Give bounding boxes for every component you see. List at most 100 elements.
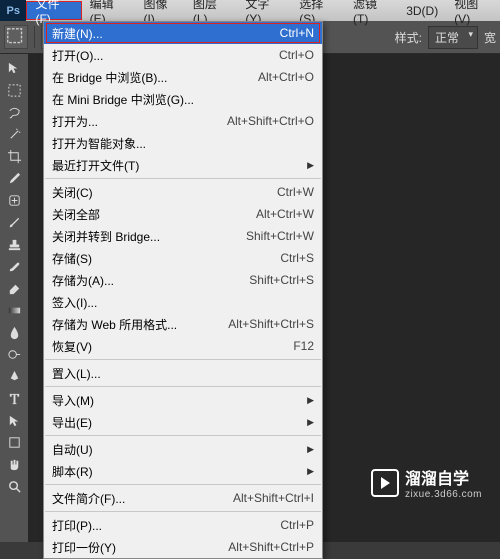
menu-item[interactable]: 存储(S)Ctrl+S (44, 247, 322, 269)
menu-item-label: 在 Bridge 中浏览(B)... (52, 69, 258, 86)
stamp-tool[interactable] (3, 234, 25, 254)
style-dropdown[interactable]: 正常 (428, 26, 478, 49)
marquee-tool[interactable] (3, 80, 25, 100)
eyedropper-tool[interactable] (3, 168, 25, 188)
menu-shortcut: Shift+Ctrl+S (249, 273, 314, 287)
menu-item[interactable]: 选择(S) (291, 0, 345, 21)
menu-shortcut: Alt+Shift+Ctrl+I (233, 491, 314, 505)
width-label: 宽 (484, 29, 496, 46)
menu-item[interactable]: 文件(F) (26, 1, 81, 20)
hand-tool[interactable] (3, 454, 25, 474)
menu-shortcut: Ctrl+O (279, 48, 314, 62)
magic-wand-tool[interactable] (3, 124, 25, 144)
menu-item[interactable]: 打印(P)...Ctrl+P (44, 514, 322, 536)
menu-item[interactable]: 3D(D) (398, 0, 446, 21)
watermark-title: 溜溜自学 (405, 465, 482, 489)
move-tool[interactable] (3, 58, 25, 78)
menu-item-label: 打印(P)... (52, 517, 280, 534)
menu-item[interactable]: 存储为(A)...Shift+Ctrl+S (44, 269, 322, 291)
menu-item[interactable]: 自动(U)▶ (44, 438, 322, 460)
path-tool[interactable] (3, 410, 25, 430)
submenu-arrow-icon: ▶ (307, 395, 314, 406)
menu-item-label: 脚本(R) (52, 463, 307, 480)
menu-shortcut: Shift+Ctrl+W (246, 229, 314, 243)
menu-item[interactable]: 滤镜(T) (345, 0, 398, 21)
menu-item-label: 打开(O)... (52, 47, 279, 64)
history-brush-tool[interactable] (3, 256, 25, 276)
menu-item[interactable]: 关闭并转到 Bridge...Shift+Ctrl+W (44, 225, 322, 247)
menu-item[interactable]: 最近打开文件(T)▶ (44, 154, 322, 176)
menu-separator (45, 484, 321, 485)
shape-tool[interactable] (3, 432, 25, 452)
menu-item-label: 签入(I)... (52, 294, 314, 311)
menu-item-label: 存储为(A)... (52, 272, 249, 289)
menu-item[interactable]: 打开为智能对象... (44, 132, 322, 154)
menu-item[interactable]: 关闭全部Alt+Ctrl+W (44, 203, 322, 225)
play-icon (371, 469, 399, 497)
menu-shortcut: Alt+Ctrl+O (258, 70, 314, 84)
menu-separator (45, 435, 321, 436)
menu-item[interactable]: 存储为 Web 所用格式...Alt+Shift+Ctrl+S (44, 313, 322, 335)
menu-item-label: 恢复(V) (52, 338, 293, 355)
menu-shortcut: Alt+Shift+Ctrl+S (228, 317, 314, 331)
menu-item[interactable]: 签入(I)... (44, 291, 322, 313)
menu-item[interactable]: 编辑(E) (82, 0, 136, 21)
submenu-arrow-icon: ▶ (307, 444, 314, 455)
watermark: 溜溜自学 zixue.3d66.com (371, 465, 482, 500)
menu-separator (45, 386, 321, 387)
menu-item[interactable]: 打开为...Alt+Shift+Ctrl+O (44, 110, 322, 132)
menu-item[interactable]: 脚本(R)▶ (44, 460, 322, 482)
menu-item[interactable]: 打开(O)...Ctrl+O (44, 44, 322, 66)
menu-item-label: 新建(N)... (52, 25, 280, 42)
menu-item[interactable]: 导入(M)▶ (44, 389, 322, 411)
menu-item[interactable]: 文件简介(F)...Alt+Shift+Ctrl+I (44, 487, 322, 509)
menubar: Ps 文件(F)编辑(E)图像(I)图层(L)文字(Y)选择(S)滤镜(T)3D… (0, 0, 500, 21)
crop-tool[interactable] (3, 146, 25, 166)
menu-item[interactable]: 图像(I) (135, 0, 184, 21)
menu-item[interactable]: 在 Mini Bridge 中浏览(G)... (44, 88, 322, 110)
gradient-tool[interactable] (3, 300, 25, 320)
lasso-tool[interactable] (3, 102, 25, 122)
menu-item-label: 关闭全部 (52, 206, 256, 223)
menu-item[interactable]: 新建(N)...Ctrl+N (44, 22, 322, 44)
menu-shortcut: Alt+Ctrl+W (256, 207, 314, 221)
menu-item-label: 打开为... (52, 113, 227, 130)
menu-separator (45, 178, 321, 179)
menu-item-label: 自动(U) (52, 441, 307, 458)
tools-panel (0, 54, 28, 542)
dodge-tool[interactable] (3, 344, 25, 364)
menu-separator (45, 511, 321, 512)
menu-item-label: 置入(L)... (52, 365, 314, 382)
healing-tool[interactable] (3, 190, 25, 210)
menu-shortcut: Alt+Shift+Ctrl+P (228, 540, 314, 554)
menu-item[interactable]: 置入(L)... (44, 362, 322, 384)
eraser-tool[interactable] (3, 278, 25, 298)
file-menu-dropdown: 新建(N)...Ctrl+N打开(O)...Ctrl+O在 Bridge 中浏览… (43, 21, 323, 559)
pen-tool[interactable] (3, 366, 25, 386)
menu-shortcut: Ctrl+N (280, 26, 314, 40)
style-label: 样式: (395, 29, 422, 46)
tool-preset-button[interactable] (4, 25, 28, 49)
type-tool[interactable] (3, 388, 25, 408)
menu-item-label: 导入(M) (52, 392, 307, 409)
submenu-arrow-icon: ▶ (307, 160, 314, 171)
menu-item[interactable]: 导出(E)▶ (44, 411, 322, 433)
menu-shortcut: F12 (293, 339, 314, 353)
menu-item-label: 关闭并转到 Bridge... (52, 228, 246, 245)
menu-item[interactable]: 在 Bridge 中浏览(B)...Alt+Ctrl+O (44, 66, 322, 88)
brush-tool[interactable] (3, 212, 25, 232)
menu-item[interactable]: 视图(V) (446, 0, 500, 21)
zoom-tool[interactable] (3, 476, 25, 496)
menu-item[interactable]: 文字(Y) (237, 0, 291, 21)
menu-item-label: 在 Mini Bridge 中浏览(G)... (52, 91, 314, 108)
menu-shortcut: Ctrl+S (280, 251, 314, 265)
menu-item[interactable]: 打印一份(Y)Alt+Shift+Ctrl+P (44, 536, 322, 558)
menu-item[interactable]: 图层(L) (185, 0, 238, 21)
menu-shortcut: Ctrl+W (277, 185, 314, 199)
menu-item[interactable]: 恢复(V)F12 (44, 335, 322, 357)
menu-item-label: 打印一份(Y) (52, 539, 228, 556)
submenu-arrow-icon: ▶ (307, 466, 314, 477)
menu-item[interactable]: 关闭(C)Ctrl+W (44, 181, 322, 203)
blur-tool[interactable] (3, 322, 25, 342)
menu-separator (45, 359, 321, 360)
